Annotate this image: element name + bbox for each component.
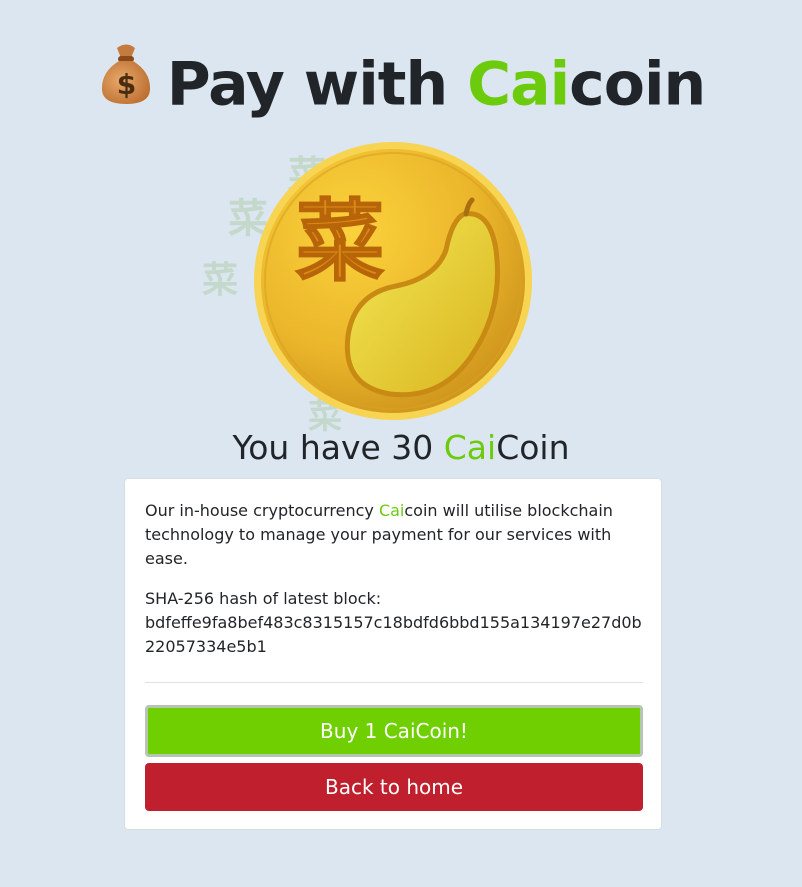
svg-text:菜: 菜	[202, 260, 238, 301]
title-prefix: Pay with	[166, 49, 468, 120]
page-title: $ Pay with Caicoin	[0, 44, 802, 128]
coin-glyph: 菜	[296, 190, 384, 293]
card-body: Our in-house cryptocurrency Caicoin will…	[145, 499, 643, 659]
title-brand-highlight: Cai	[467, 49, 570, 120]
hash-label: SHA-256 hash of latest block:	[145, 589, 382, 608]
payment-card: Our in-house cryptocurrency Caicoin will…	[124, 478, 662, 830]
balance-highlight: Cai	[443, 428, 497, 467]
card-description: Our in-house cryptocurrency Caicoin will…	[145, 499, 643, 571]
back-to-home-button[interactable]: Back to home	[145, 763, 643, 811]
desc-highlight: Cai	[378, 501, 405, 520]
card-divider	[145, 682, 643, 683]
title-brand-rest: coin	[569, 49, 706, 120]
balance-prefix: You have 30	[232, 428, 444, 467]
svg-text:$: $	[117, 68, 135, 101]
hash-value: bdfeffe9fa8bef483c8315157c18bdfd6bbd155a…	[145, 613, 642, 656]
coin-balance: You have 30 CaiCoin	[0, 424, 802, 472]
balance-suffix: Coin	[496, 428, 570, 467]
desc-before: Our in-house cryptocurrency	[145, 501, 379, 520]
caicoin-coin-icon: 菜 菜 菜 菜 菜	[190, 140, 550, 440]
money-bag-icon: $	[97, 42, 155, 122]
buy-caicoin-button[interactable]: Buy 1 CaiCoin!	[145, 705, 643, 757]
